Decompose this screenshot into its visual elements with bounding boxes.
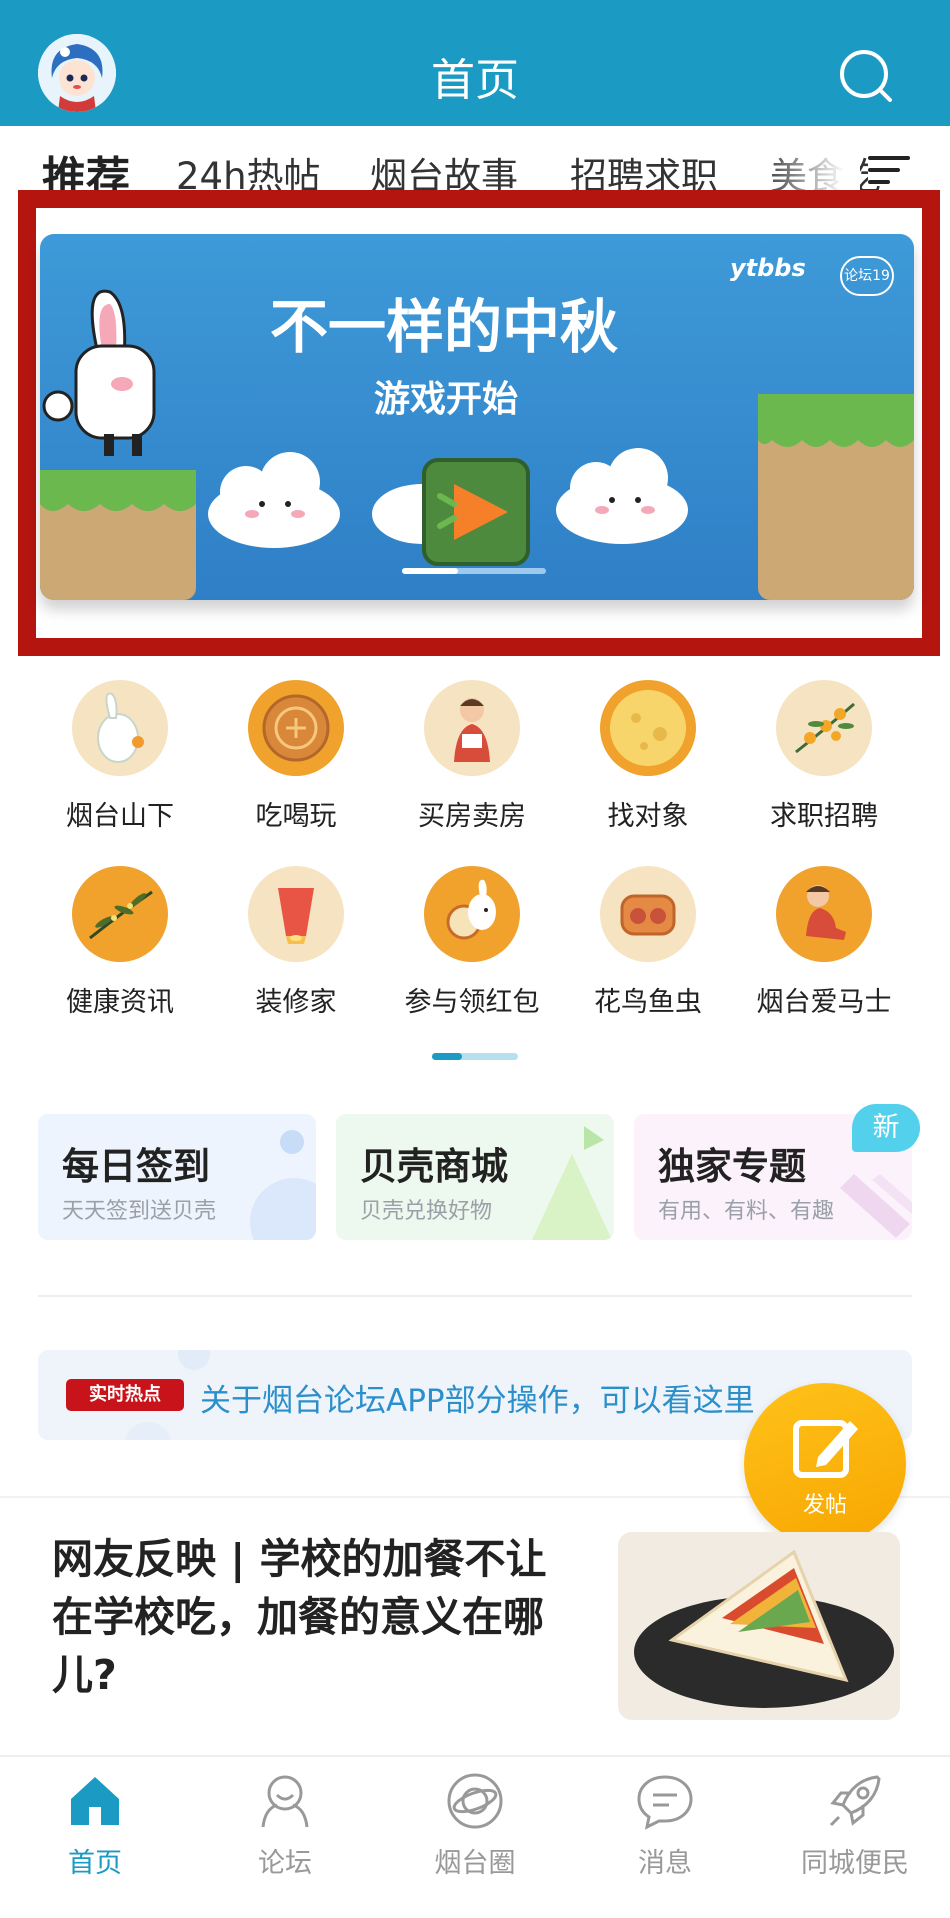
tab-yantai-story[interactable]: 烟台故事	[370, 146, 518, 192]
nav-label: 首页	[68, 1848, 122, 1879]
grid-item-red-packet[interactable]: 参与领红包	[384, 866, 560, 1026]
grid-label: 装修家	[255, 987, 337, 1018]
lantern-icon	[248, 866, 344, 962]
banner-logo: ytbbs	[730, 254, 806, 282]
grid-item-flowers-birds[interactable]: 花鸟鱼虫	[560, 866, 736, 1026]
banner-carousel[interactable]: 不一样的中秋 游戏开始 ytbbs 论坛19	[40, 234, 914, 600]
page-title: 首页	[431, 55, 519, 106]
boy-reading-icon	[424, 680, 520, 776]
article-title[interactable]: 网友反映 | 学校的加餐不让在学校吃，加餐的意义在哪儿?	[52, 1530, 572, 1704]
nav-label: 论坛	[258, 1848, 312, 1879]
card-title: 贝壳商城	[360, 1145, 508, 1188]
grid-label: 找对象	[607, 801, 689, 832]
category-tabs: 推荐 24h热帖 烟台故事 招聘求职 美食吃	[0, 126, 950, 192]
grid-item-yantai-shanxia[interactable]: 烟台山下	[32, 680, 208, 840]
daily-checkin-card[interactable]: 每日签到 天天签到送贝壳	[38, 1114, 316, 1240]
grid-page-indicator	[432, 1053, 518, 1060]
bottom-nav: 首页 论坛 烟台圈 消息 同城便民	[0, 1755, 950, 1918]
tab-jobs[interactable]: 招聘求职	[570, 146, 718, 192]
nav-label: 烟台圈	[434, 1848, 516, 1879]
grid-item-job-hunting[interactable]: 求职招聘	[736, 680, 912, 840]
mooncake-cut-icon	[600, 866, 696, 962]
shell-mall-card[interactable]: 贝壳商城 贝壳兑换好物	[336, 1114, 614, 1240]
nav-messages[interactable]: 消息	[570, 1771, 760, 1891]
grid-page-indicator-active	[432, 1053, 462, 1060]
channel-grid: 烟台山下 吃喝玩 买房卖房 找对象 求职招聘 健康资讯 装修家 参与领红包 花鸟…	[0, 680, 950, 1040]
nav-home[interactable]: 首页	[0, 1771, 190, 1891]
card-subtitle: 贝壳兑换好物	[360, 1199, 493, 1224]
card-title: 独家专题	[658, 1145, 806, 1188]
card-subtitle: 有用、有料、有趣	[658, 1199, 835, 1224]
rabbit-icon	[72, 680, 168, 776]
moon-icon	[600, 680, 696, 776]
tab-recommend[interactable]: 推荐	[42, 142, 130, 192]
post-button-label: 发帖	[802, 1493, 847, 1518]
article-thumbnail[interactable]	[618, 1532, 900, 1720]
rabbit-drum-icon	[424, 866, 520, 962]
hot-news-text[interactable]: 关于烟台论坛APP部分操作，可以看这里	[200, 1375, 755, 1420]
hot-badge: 实时热点	[66, 1379, 184, 1411]
rocket-icon	[825, 1771, 885, 1831]
home-icon	[65, 1771, 125, 1831]
search-icon[interactable]	[838, 48, 894, 104]
grid-label: 参与领红包	[404, 987, 540, 1018]
grid-label: 烟台爱马士	[756, 987, 892, 1018]
post-button[interactable]: 发帖	[744, 1383, 906, 1545]
message-icon	[635, 1771, 695, 1831]
forum-icon	[255, 1771, 315, 1831]
nav-label: 消息	[638, 1848, 692, 1879]
planet-icon	[445, 1771, 505, 1831]
nav-label: 同城便民	[801, 1848, 909, 1879]
divider	[38, 1295, 912, 1297]
banner-title: 不一样的中秋	[270, 293, 619, 361]
grid-label: 买房卖房	[418, 801, 526, 832]
grid-item-dating[interactable]: 找对象	[560, 680, 736, 840]
grid-label: 烟台山下	[66, 801, 174, 832]
grid-item-decoration[interactable]: 装修家	[208, 866, 384, 1026]
grid-item-yantai-hermes[interactable]: 烟台爱马士	[736, 866, 912, 1026]
new-badge: 新	[852, 1104, 920, 1152]
menu-icon[interactable]	[868, 154, 910, 186]
banner-subtitle: 游戏开始	[374, 379, 519, 420]
grid-label: 健康资讯	[66, 987, 174, 1018]
grid-item-real-estate[interactable]: 买房卖房	[384, 680, 560, 840]
grid-label: 花鸟鱼虫	[594, 987, 702, 1018]
grid-label: 求职招聘	[770, 801, 878, 832]
osmanthus-icon	[776, 680, 872, 776]
card-subtitle: 天天签到送贝壳	[62, 1199, 217, 1224]
grid-item-eat-drink-play[interactable]: 吃喝玩	[208, 680, 384, 840]
nav-city-service[interactable]: 同城便民	[760, 1771, 950, 1891]
child-sitting-icon	[776, 866, 872, 962]
nav-yantai-circle[interactable]: 烟台圈	[380, 1771, 570, 1891]
top-bar: 首页	[0, 0, 950, 126]
mooncake-icon	[248, 680, 344, 776]
grid-item-health-news[interactable]: 健康资讯	[32, 866, 208, 1026]
tab-fade	[760, 126, 860, 192]
nav-forum[interactable]: 论坛	[190, 1771, 380, 1891]
grid-label: 吃喝玩	[255, 801, 337, 832]
card-title: 每日签到	[62, 1145, 210, 1188]
edit-icon	[790, 1413, 860, 1483]
banner-badge: 论坛19	[840, 256, 894, 296]
tab-24h-hot[interactable]: 24h热帖	[176, 146, 321, 192]
branch-icon	[72, 866, 168, 962]
